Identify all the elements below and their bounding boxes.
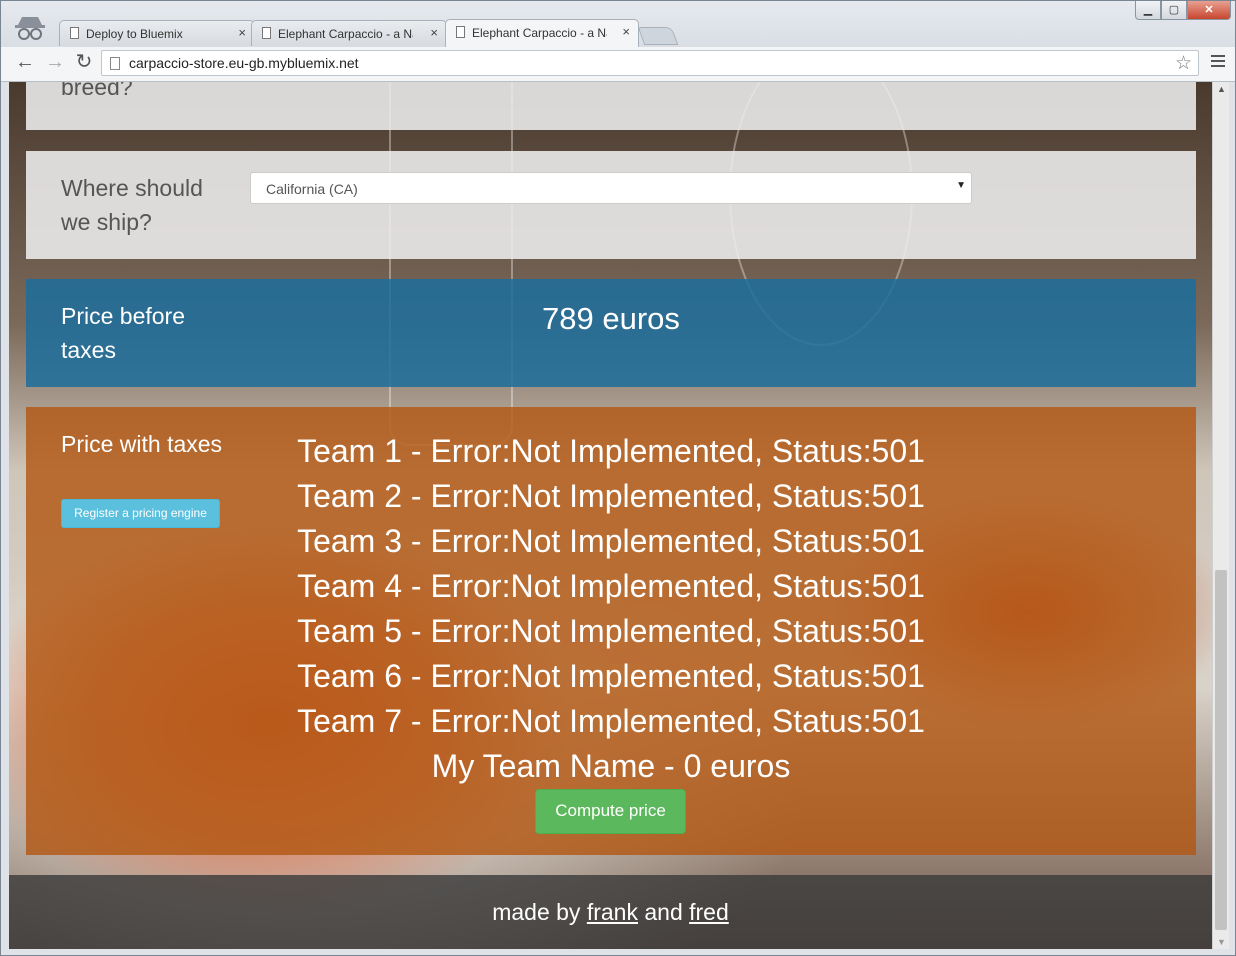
tab-deploy-to-bluemix[interactable]: Deploy to Bluemix ×	[59, 20, 255, 46]
tab-elephant-carpaccio-2[interactable]: Elephant Carpaccio - a Na ×	[445, 19, 639, 47]
reload-button[interactable]: ↻	[72, 51, 96, 75]
background-bottle	[389, 82, 513, 446]
address-bar[interactable]: carpaccio-store.eu-gb.mybluemix.net ☆	[101, 50, 1199, 76]
breed-panel: breed?	[26, 82, 1196, 130]
page-viewport: breed? Where should we ship? California …	[9, 82, 1212, 949]
state-select-value: California (CA)	[266, 181, 358, 197]
breed-label: breed?	[61, 82, 133, 100]
url-text[interactable]: carpaccio-store.eu-gb.mybluemix.net	[129, 55, 359, 71]
my-team-result: My Team Name - 0 euros	[431, 748, 791, 784]
tab-close-icon[interactable]: ×	[238, 25, 246, 40]
window-controls: ▁ ▢ ✕	[1135, 1, 1231, 21]
result-line: Team 7 - Error:Not Implemented, Status:5…	[297, 703, 925, 739]
scroll-down-arrow-icon[interactable]: ▼	[1217, 937, 1226, 947]
bookmark-star-icon[interactable]: ☆	[1175, 52, 1192, 75]
compute-price-button[interactable]: Compute price	[535, 789, 686, 834]
ship-label: Where should we ship?	[61, 175, 203, 235]
author-link-frank[interactable]: frank	[587, 899, 638, 925]
browser-toolbar: ← → ↻ carpaccio-store.eu-gb.mybluemix.ne…	[1, 47, 1235, 82]
result-line: Team 4 - Error:Not Implemented, Status:5…	[297, 568, 925, 604]
title-bar: Deploy to Bluemix × Elephant Carpaccio -…	[1, 1, 1235, 47]
maximize-button[interactable]: ▢	[1161, 1, 1187, 20]
footer: made by frank and fred	[9, 875, 1212, 949]
tab-close-icon[interactable]: ×	[430, 25, 438, 40]
result-line: Team 6 - Error:Not Implemented, Status:5…	[297, 658, 925, 694]
scroll-up-arrow-icon[interactable]: ▲	[1217, 84, 1226, 94]
ship-panel: Where should we ship? California (CA) ▼	[26, 151, 1196, 259]
forward-button[interactable]: →	[43, 51, 67, 75]
incognito-icon	[15, 17, 45, 40]
dropdown-arrow-icon: ▼	[956, 180, 966, 191]
page-icon	[70, 27, 79, 39]
page-icon	[262, 27, 271, 39]
tab-close-icon[interactable]: ×	[622, 24, 630, 39]
state-select[interactable]: California (CA) ▼	[250, 172, 972, 204]
result-line: Team 2 - Error:Not Implemented, Status:5…	[297, 478, 925, 514]
vertical-scrollbar[interactable]: ▲ ▼	[1212, 82, 1229, 949]
result-line: Team 3 - Error:Not Implemented, Status:5…	[297, 523, 925, 559]
menu-icon[interactable]	[1211, 55, 1225, 70]
result-line: Team 5 - Error:Not Implemented, Status:5…	[297, 613, 925, 649]
browser-window: Deploy to Bluemix × Elephant Carpaccio -…	[0, 0, 1236, 956]
pricing-results: Team 1 - Error:Not Implemented, Status:5…	[26, 429, 1196, 789]
back-button[interactable]: ←	[13, 51, 37, 75]
price-before-taxes-panel: Price before taxes 789 euros	[26, 279, 1196, 387]
tab-label: Elephant Carpaccio - a Na	[278, 27, 413, 41]
result-line: Team 1 - Error:Not Implemented, Status:5…	[297, 433, 925, 469]
new-tab-button[interactable]	[637, 27, 679, 45]
tab-elephant-carpaccio-1[interactable]: Elephant Carpaccio - a Na ×	[251, 20, 447, 46]
tab-label: Deploy to Bluemix	[86, 27, 183, 41]
page-icon	[456, 26, 465, 38]
footer-and: and	[644, 899, 683, 925]
close-window-button[interactable]: ✕	[1187, 1, 1231, 20]
price-before-taxes-value: 789 euros	[542, 301, 680, 336]
minimize-button[interactable]: ▁	[1135, 1, 1161, 20]
price-with-taxes-panel: Price with taxes Register a pricing engi…	[26, 407, 1196, 855]
tab-label: Elephant Carpaccio - a Na	[472, 26, 607, 40]
page-icon	[110, 57, 120, 70]
footer-prefix: made by	[492, 899, 581, 925]
author-link-fred[interactable]: fred	[689, 899, 729, 925]
scrollbar-thumb[interactable]	[1215, 570, 1227, 930]
